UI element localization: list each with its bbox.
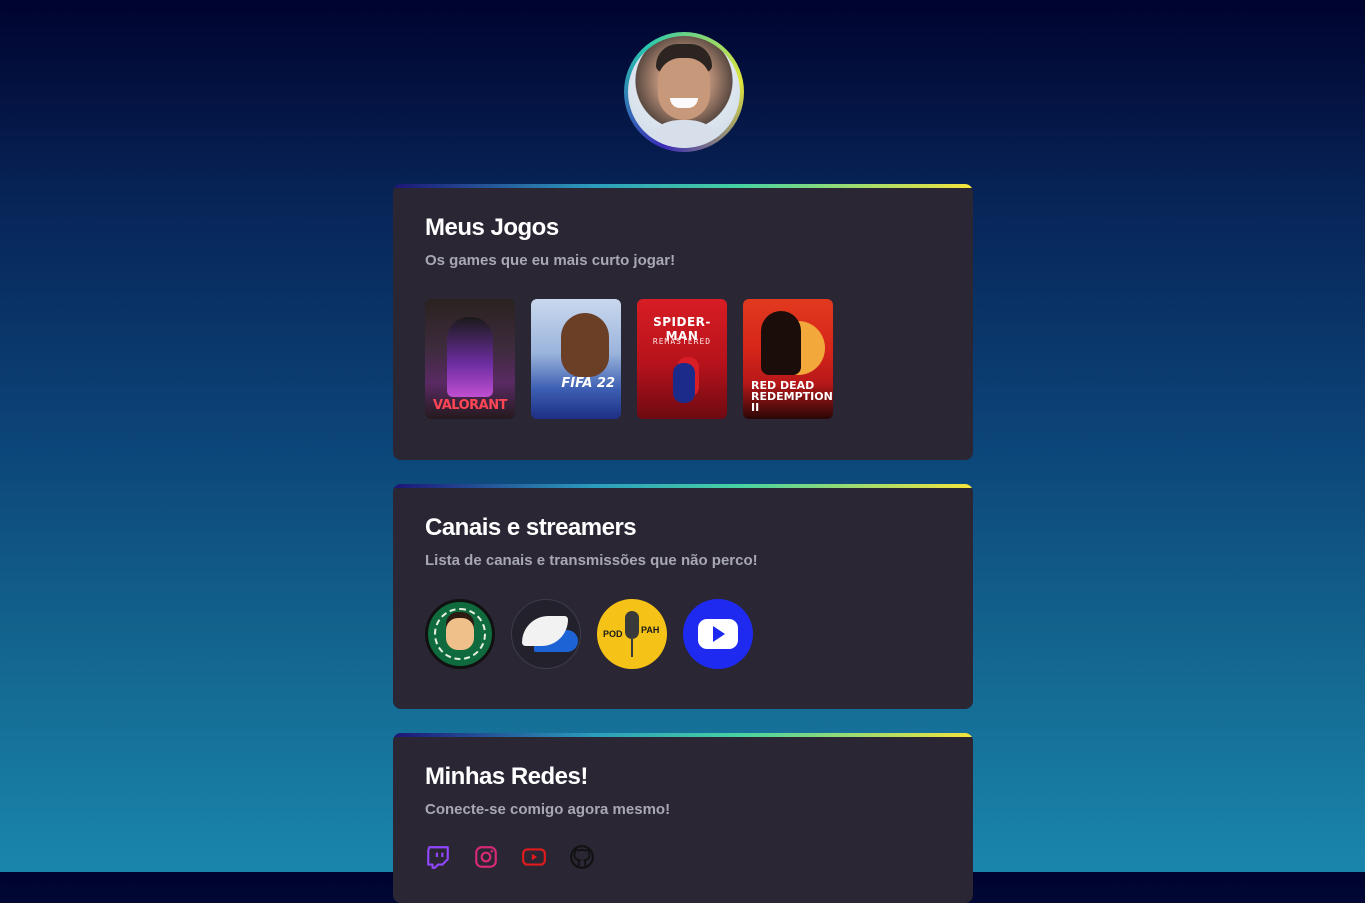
channel-youtube-play[interactable] (683, 599, 753, 669)
casimiro-face-icon (446, 618, 474, 650)
fifa-player-art (561, 313, 609, 377)
game-valorant[interactable]: VALORANT (425, 299, 515, 419)
microphone-stand-icon (631, 639, 633, 657)
youtube-icon[interactable] (521, 844, 547, 870)
socials-card: Minhas Redes! Conecte-se comigo agora me… (393, 733, 973, 903)
socials-list (425, 844, 941, 870)
game-spiderman[interactable]: SPIDER-MAN REMASTERED (637, 299, 727, 419)
avatar-shirt (640, 120, 728, 148)
spiderman-art (673, 363, 695, 403)
channels-list: POD PAH (425, 599, 941, 669)
instagram-icon[interactable] (473, 844, 499, 870)
channel-podpah[interactable]: POD PAH (597, 599, 667, 669)
games-title: Meus Jogos (425, 214, 559, 241)
channel-wings[interactable] (511, 599, 581, 669)
avatar-face (658, 58, 710, 120)
game-label: RED DEAD REDEMPTION II (751, 379, 833, 414)
profile-avatar (624, 32, 744, 152)
game-fifa22[interactable]: FIFA 22 (531, 299, 621, 419)
channels-title: Canais e streamers (425, 514, 637, 541)
games-card: Meus Jogos Os games que eu mais curto jo… (393, 184, 973, 460)
play-triangle-icon (713, 626, 725, 642)
games-subtitle: Os games que eu mais curto jogar! (425, 252, 676, 269)
socials-subtitle: Conecte-se comigo agora mesmo! (425, 801, 671, 818)
game-red-dead-redemption[interactable]: RED DEAD REDEMPTION II (743, 299, 833, 419)
twitch-icon[interactable] (425, 844, 451, 870)
valorant-character-art (447, 317, 493, 397)
podpah-text-left: POD (603, 629, 623, 639)
game-label: FIFA 22 (561, 376, 615, 391)
game-sublabel: REMASTERED (652, 337, 712, 346)
avatar-photo (628, 36, 740, 148)
channel-casimiro[interactable] (425, 599, 495, 669)
github-icon[interactable] (569, 844, 595, 870)
game-label: VALORANT (433, 398, 507, 413)
rdr-cowboy-art (761, 311, 801, 375)
socials-title: Minhas Redes! (425, 763, 588, 790)
channels-subtitle: Lista de canais e transmissões que não p… (425, 552, 758, 569)
microphone-icon (625, 611, 639, 639)
games-list: VALORANT FIFA 22 SPIDER-MAN REMASTERED R… (425, 299, 941, 419)
channels-card: Canais e streamers Lista de canais e tra… (393, 484, 973, 709)
podpah-text-right: PAH (641, 625, 660, 635)
